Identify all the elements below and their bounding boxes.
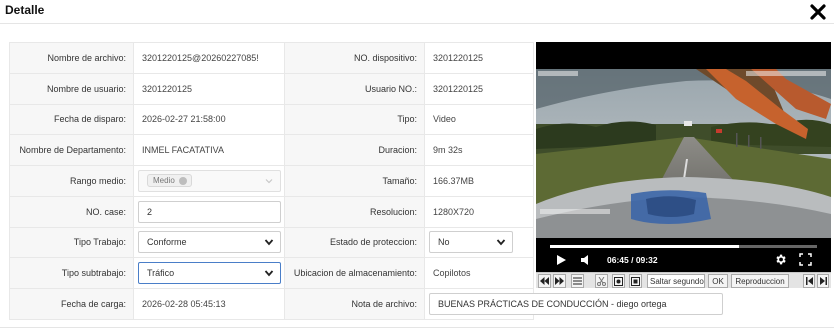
- upload-date-value: 2026-02-28 05:45:13: [133, 288, 285, 320]
- department-label: Nombre de Departamento:: [9, 134, 134, 167]
- protection-value: No: [438, 237, 450, 248]
- frame-button[interactable]: [629, 274, 642, 288]
- footer-divider: [0, 327, 834, 328]
- dialog-title: Detalle: [5, 3, 45, 17]
- play-icon[interactable]: [555, 254, 567, 266]
- dashcam-image: [536, 69, 831, 238]
- size-value: 166.37MB: [424, 165, 534, 197]
- previous-button[interactable]: [803, 274, 815, 288]
- tag-remove-icon: [178, 176, 187, 185]
- subwork-type-select[interactable]: Tráfico: [138, 262, 281, 285]
- ok-button[interactable]: OK: [708, 274, 728, 288]
- next-button[interactable]: [817, 274, 829, 288]
- user-no-label: Usuario NO.:: [284, 72, 425, 105]
- work-type-label: Tipo Trabajo:: [9, 226, 134, 259]
- chevron-down-icon: [264, 270, 274, 277]
- filename-label: Nombre de archivo:: [9, 42, 134, 74]
- range-label: Rango medio:: [9, 165, 134, 197]
- progress-fill: [550, 245, 740, 248]
- trigger-date-label: Fecha de disparo:: [9, 103, 134, 136]
- subwork-type-value: Tráfico: [147, 268, 175, 279]
- chevron-down-icon: [264, 239, 274, 246]
- device-no-label: NO. dispositivo:: [284, 42, 425, 74]
- snapshot-button[interactable]: [612, 274, 625, 288]
- type-value: Video: [424, 103, 534, 136]
- filename-value: 3201220125@20260227085!: [133, 42, 285, 74]
- storage-label: Ubicacion de almacenamiento:: [284, 257, 425, 290]
- skip-forward-icon: [819, 277, 827, 285]
- skip-seconds-input[interactable]: Saltar segundo: [647, 274, 705, 288]
- duration-label: Duracion:: [284, 134, 425, 167]
- protection-select[interactable]: No: [429, 231, 513, 254]
- username-label: Nombre de usuario:: [9, 72, 134, 105]
- row-filename: Nombre de archivo: 3201220125@2026022708…: [9, 42, 534, 74]
- case-no-input[interactable]: 2: [138, 200, 281, 223]
- playback-toolbar: Saltar segundo OK Reproduccion: [536, 272, 831, 288]
- row-work-type: Tipo Trabajo: Conforme Estado de protecc…: [9, 226, 534, 259]
- progress-bar[interactable]: [550, 245, 817, 248]
- department-value: INMEL FACATATIVA: [133, 134, 285, 167]
- frame-icon: [631, 276, 640, 286]
- chevron-down-icon: [496, 239, 506, 246]
- row-subwork-type: Tipo subtrabajo: Tráfico Ubicacion de al…: [9, 257, 534, 290]
- fast-forward-button[interactable]: [553, 274, 566, 288]
- rewind-button[interactable]: [538, 274, 551, 288]
- row-username: Nombre de usuario: 3201220125 Usuario NO…: [9, 72, 534, 105]
- volume-icon[interactable]: [580, 254, 592, 266]
- time-display: 06:45 / 09:32: [607, 255, 658, 265]
- settings-icon[interactable]: [774, 253, 787, 266]
- list-button[interactable]: [571, 274, 584, 288]
- range-select: Medio: [138, 169, 281, 192]
- storage-value: Copilotos: [424, 257, 534, 290]
- detail-form: Nombre de archivo: 3201220125@2026022708…: [9, 42, 723, 320]
- cut-button[interactable]: [595, 274, 608, 288]
- playback-button[interactable]: Reproduccion: [731, 274, 789, 288]
- row-trigger-date: Fecha de disparo: 2026-02-27 21:58:00 Ti…: [9, 103, 534, 136]
- dialog-header: Detalle: [0, 0, 834, 24]
- username-value: 3201220125: [133, 72, 285, 105]
- size-label: Tamaño:: [284, 165, 425, 197]
- range-tag-label: Medio: [153, 176, 175, 186]
- case-no-label: NO. case:: [9, 195, 134, 228]
- trigger-date-value: 2026-02-27 21:58:00: [133, 103, 285, 136]
- protection-label: Estado de proteccion:: [284, 226, 425, 259]
- upload-date-label: Fecha de carga:: [9, 288, 134, 320]
- work-type-value: Conforme: [147, 237, 187, 248]
- user-no-value: 3201220125: [424, 72, 534, 105]
- close-icon[interactable]: [808, 2, 828, 22]
- file-note-label: Nota de archivo:: [284, 288, 425, 320]
- work-type-select[interactable]: Conforme: [138, 231, 281, 254]
- chevron-down-icon: [265, 179, 273, 184]
- video-player[interactable]: 06:45 / 09:32: [536, 42, 831, 288]
- resolution-label: Resolucion:: [284, 195, 425, 228]
- resolution-value: 1280X720: [424, 195, 534, 228]
- row-upload-date: Fecha de carga: 2026-02-28 05:45:13 Nota…: [9, 288, 723, 320]
- row-case: NO. case: 2 Resolucion: 1280X720: [9, 195, 534, 228]
- camera-icon: [614, 276, 623, 286]
- fullscreen-icon[interactable]: [799, 253, 812, 266]
- file-note-input[interactable]: BUENAS PRÁCTICAS DE CONDUCCIÓN - diego o…: [429, 293, 723, 316]
- skip-back-icon: [805, 277, 813, 285]
- video-frame[interactable]: [536, 69, 831, 238]
- list-icon: [573, 277, 582, 285]
- type-label: Tipo:: [284, 103, 425, 136]
- row-range: Rango medio: Medio Tamaño: 166.37MB: [9, 165, 534, 197]
- subwork-type-label: Tipo subtrabajo:: [9, 257, 134, 290]
- row-department: Nombre de Departamento: INMEL FACATATIVA…: [9, 134, 534, 167]
- duration-value: 9m 32s: [424, 134, 534, 167]
- rewind-icon: [540, 277, 549, 285]
- fast-forward-icon: [555, 277, 564, 285]
- device-no-value: 3201220125: [424, 42, 534, 74]
- scissors-icon: [597, 276, 606, 286]
- range-tag: Medio: [147, 174, 192, 188]
